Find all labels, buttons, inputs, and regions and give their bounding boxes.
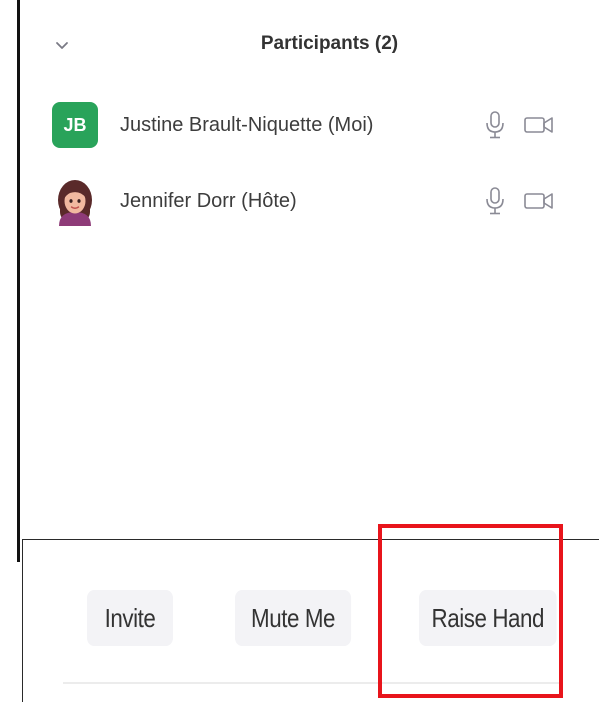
participant-name: Jennifer Dorr (Hôte) (120, 189, 297, 212)
video-camera-icon[interactable] (523, 190, 555, 212)
participant-row[interactable]: JB Justine Brault-Niquette (Moi) (20, 95, 599, 155)
panel-title: Participants (2) (260, 33, 399, 54)
invite-button[interactable]: Invite (87, 590, 173, 646)
participant-row[interactable]: Jennifer Dorr (Hôte) (20, 171, 599, 231)
raise-hand-highlight (378, 524, 563, 698)
avatar: JB (52, 102, 98, 148)
microphone-icon[interactable] (484, 110, 506, 140)
participants-panel: Participants (2) JB Justine Brault-Nique… (20, 0, 599, 540)
microphone-icon[interactable] (484, 186, 506, 216)
avatar (52, 178, 98, 226)
avatar-portrait (58, 180, 92, 226)
participants-header: Participants (2) (20, 26, 599, 62)
mute-me-button[interactable]: Mute Me (235, 590, 352, 646)
video-camera-icon[interactable] (523, 114, 555, 136)
participant-name: Justine Brault-Niquette (Moi) (120, 113, 374, 136)
